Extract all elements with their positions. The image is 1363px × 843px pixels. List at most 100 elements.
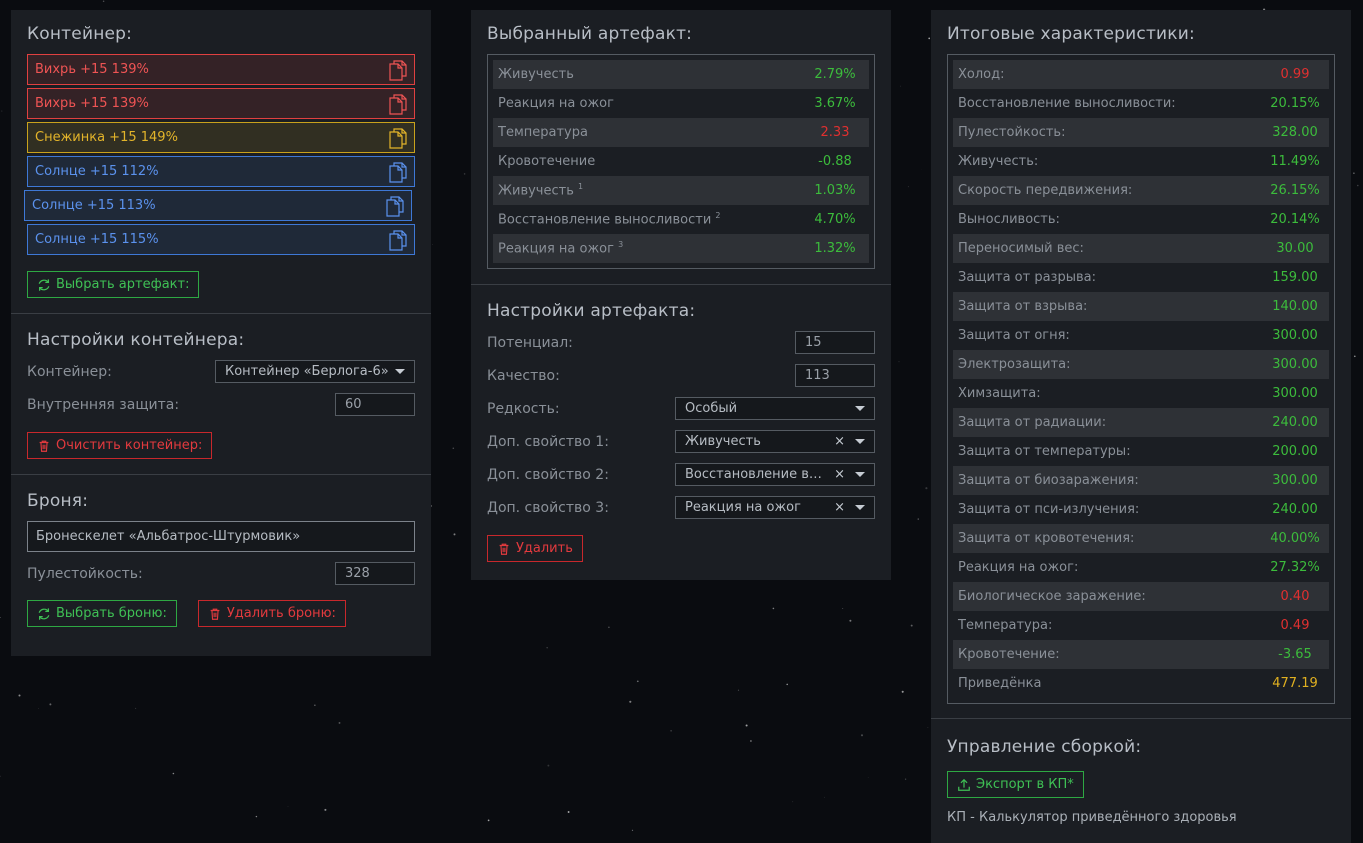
stat-value: 2.33 bbox=[820, 125, 850, 140]
artifact-list: Вихрь +15 139% Вихрь +15 139% Снежинка +15… bbox=[24, 54, 415, 255]
potential-input[interactable]: 15 bbox=[795, 331, 875, 354]
stat-name: Восстановление выносливости 2 bbox=[498, 211, 721, 227]
trash-icon bbox=[39, 440, 49, 452]
delete-armor-button[interactable]: Удалить броню: bbox=[197, 600, 346, 627]
total-name: Защита от взрыва: bbox=[958, 299, 1088, 314]
armor-title: Броня: bbox=[27, 491, 89, 511]
rarity-value: Особый bbox=[685, 401, 738, 416]
total-name: Живучесть: bbox=[958, 154, 1039, 169]
chevron-down-icon bbox=[855, 439, 865, 444]
ballistic-input[interactable]: 328 bbox=[335, 562, 415, 585]
delete-armor-label: Удалить броню: bbox=[226, 606, 336, 621]
right-panel: Итоговые характеристики: Холод: 0.99 Восст… bbox=[931, 10, 1351, 843]
stat-name-text: Восстановление выносливости bbox=[498, 212, 712, 228]
total-value: -3.65 bbox=[1278, 647, 1312, 662]
extra1-select[interactable]: Живучесть × bbox=[675, 430, 875, 453]
quality-label: Качество: bbox=[487, 367, 560, 384]
total-row: Защита от биозаражения: 300.00 bbox=[953, 466, 1329, 495]
artifact-item[interactable]: Солнце +15 113% bbox=[24, 190, 412, 221]
total-value: 300.00 bbox=[1272, 473, 1318, 488]
trash-icon bbox=[210, 608, 220, 620]
delete-artifact-label: Удалить bbox=[516, 541, 573, 556]
stat-value: 3.67% bbox=[814, 96, 856, 111]
stat-row: Реакция на ожог 3.67% bbox=[493, 89, 869, 118]
stat-value: 1.03% bbox=[814, 183, 856, 198]
total-row: Скорость передвижения: 26.15% bbox=[953, 176, 1329, 205]
quality-input[interactable]: 113 bbox=[795, 364, 875, 387]
copy-icon[interactable] bbox=[388, 229, 408, 251]
copy-icon[interactable] bbox=[388, 59, 408, 81]
total-name: Выносливость: bbox=[958, 212, 1060, 227]
total-row: Восстановление выносливости: 20.15% bbox=[953, 89, 1329, 118]
copy-icon[interactable] bbox=[388, 127, 408, 149]
artifact-item[interactable]: Вихрь +15 139% bbox=[27, 54, 415, 85]
stat-row: Живучесть 1 1.03% bbox=[493, 176, 869, 205]
delete-artifact-button[interactable]: Удалить bbox=[487, 535, 583, 562]
total-row: Защита от температуры: 200.00 bbox=[953, 437, 1329, 466]
total-name: Температура: bbox=[958, 618, 1053, 633]
artifact-label: Снежинка +15 149% bbox=[35, 130, 178, 145]
artifact-item[interactable]: Солнце +15 115% bbox=[27, 224, 415, 255]
copy-icon[interactable] bbox=[388, 161, 408, 183]
total-name: Пулестойкость: bbox=[958, 125, 1066, 140]
selected-artifact-title: Выбранный артефакт: bbox=[487, 24, 693, 44]
clear-icon[interactable]: × bbox=[834, 500, 845, 515]
artifact-item[interactable]: Вихрь +15 139% bbox=[27, 88, 415, 119]
chevron-down-icon bbox=[855, 505, 865, 510]
total-row: Химзащита: 300.00 bbox=[953, 379, 1329, 408]
rarity-select[interactable]: Особый bbox=[675, 397, 875, 420]
extra2-select[interactable]: Восстановление выносливости × bbox=[675, 463, 875, 486]
total-value: 27.32% bbox=[1270, 560, 1320, 575]
totals-section: Итоговые характеристики: Холод: 0.99 Восст… bbox=[931, 10, 1351, 718]
container-select[interactable]: Контейнер «Берлога-6» bbox=[215, 360, 415, 383]
total-value: 26.15% bbox=[1270, 183, 1320, 198]
artifact-item[interactable]: Солнце +15 112% bbox=[27, 156, 415, 187]
stat-name: Температура bbox=[498, 125, 588, 140]
total-row: Холод: 0.99 bbox=[953, 60, 1329, 89]
total-value: 240.00 bbox=[1272, 502, 1318, 517]
export-button[interactable]: Экспорт в КП* bbox=[947, 771, 1084, 798]
total-value: 140.00 bbox=[1272, 299, 1318, 314]
inner-protection-input[interactable]: 60 bbox=[335, 393, 415, 416]
select-armor-button[interactable]: Выбрать броню: bbox=[27, 600, 177, 627]
left-panel: Контейнер: Вихрь +15 139% Вихрь +15 139% С… bbox=[11, 10, 431, 656]
clear-icon[interactable]: × bbox=[834, 434, 845, 449]
container-row: Контейнер: Контейнер «Берлога-6» bbox=[27, 360, 415, 383]
extra2-label: Доп. свойство 2: bbox=[487, 466, 609, 483]
clear-icon[interactable]: × bbox=[834, 467, 845, 482]
armor-name-input[interactable]: Бронескелет «Альбатрос-Штурмовик» bbox=[27, 521, 415, 552]
total-row: Реакция на ожог: 27.32% bbox=[953, 553, 1329, 582]
extra1-value: Живучесть bbox=[685, 434, 761, 449]
total-value: 477.19 bbox=[1272, 676, 1318, 691]
stat-superscript: 1 bbox=[578, 182, 584, 192]
totals-stats: Холод: 0.99 Восстановление выносливости: 20… bbox=[947, 54, 1335, 704]
total-value: 20.14% bbox=[1270, 212, 1320, 227]
stat-row: Живучесть 2.79% bbox=[493, 60, 869, 89]
inner-protection-row: Внутренняя защита: 60 bbox=[27, 393, 415, 416]
container-label: Контейнер: bbox=[27, 363, 112, 380]
potential-row: Потенциал: 15 bbox=[487, 331, 875, 354]
copy-icon[interactable] bbox=[385, 195, 405, 217]
artifact-label: Вихрь +15 139% bbox=[35, 96, 149, 111]
stat-row: Кровотечение -0.88 bbox=[493, 147, 869, 176]
total-row: Переносимый вес: 30.00 bbox=[953, 234, 1329, 263]
select-armor-label: Выбрать броню: bbox=[56, 606, 167, 621]
extra3-select[interactable]: Реакция на ожог × bbox=[675, 496, 875, 519]
select-artifact-button[interactable]: Выбрать артефакт: bbox=[27, 271, 200, 298]
stat-name: Живучесть 1 bbox=[498, 182, 583, 198]
total-row: Электрозащита: 300.00 bbox=[953, 350, 1329, 379]
total-name: Реакция на ожог: bbox=[958, 560, 1079, 575]
copy-icon[interactable] bbox=[388, 93, 408, 115]
chevron-down-icon bbox=[855, 472, 865, 477]
artifact-item[interactable]: Снежинка +15 149% bbox=[27, 122, 415, 153]
artifact-settings-title: Настройки артефакта: bbox=[487, 301, 696, 321]
upload-icon bbox=[958, 778, 970, 791]
total-row: Защита от радиации: 240.00 bbox=[953, 408, 1329, 437]
clear-container-button[interactable]: Очистить контейнер: bbox=[27, 432, 213, 459]
total-name: Защита от радиации: bbox=[958, 415, 1107, 430]
total-row: Защита от пси-излучения: 240.00 bbox=[953, 495, 1329, 524]
rarity-row: Редкость: Особый bbox=[487, 397, 875, 420]
total-name: Защита от огня: bbox=[958, 328, 1070, 343]
selected-artifact-stats: Живучесть 2.79% Реакция на ожог 3.67% Темпер… bbox=[487, 54, 875, 269]
artifact-settings-section: Настройки артефакта: Потенциал: 15 Качес… bbox=[471, 285, 891, 574]
